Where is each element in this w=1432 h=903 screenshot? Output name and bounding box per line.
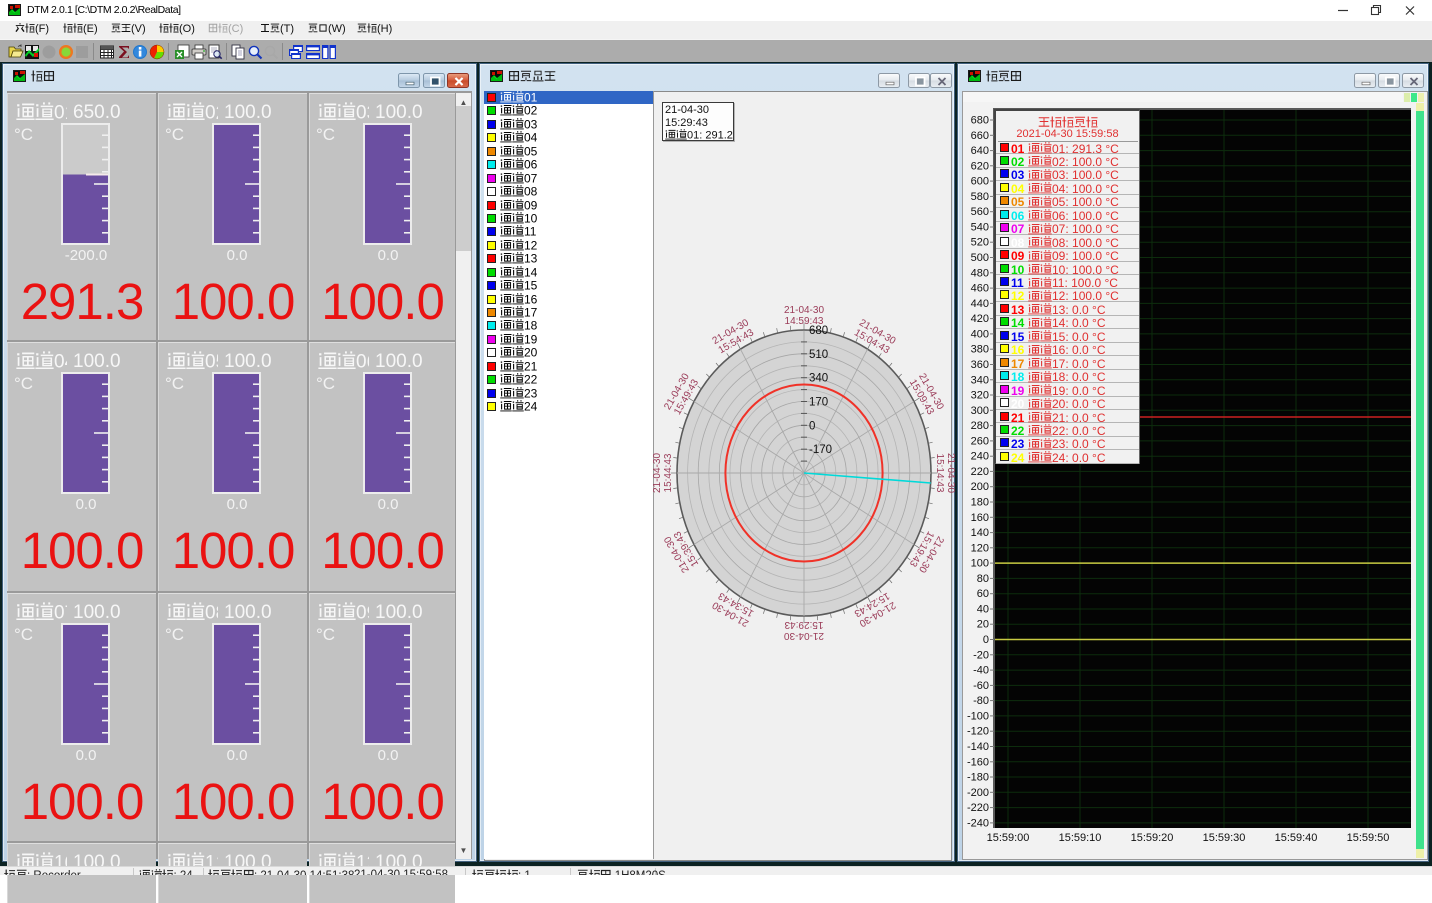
svg-text:510: 510 bbox=[809, 349, 828, 361]
svg-text:440: 440 bbox=[971, 298, 989, 310]
svg-text:-120: -120 bbox=[967, 726, 989, 738]
svg-text:460: 460 bbox=[971, 283, 989, 295]
svg-text:15:59:20: 15:59:20 bbox=[1131, 832, 1174, 844]
svg-text:-100: -100 bbox=[967, 710, 989, 722]
svg-text:-200: -200 bbox=[967, 787, 989, 799]
svg-text:380: 380 bbox=[971, 344, 989, 356]
svg-text:140: 140 bbox=[971, 527, 989, 539]
svg-text:-140: -140 bbox=[967, 741, 989, 753]
svg-text:20: 20 bbox=[977, 619, 989, 631]
svg-text:340: 340 bbox=[809, 373, 828, 385]
svg-text:-60: -60 bbox=[973, 680, 989, 692]
svg-text:200: 200 bbox=[971, 481, 989, 493]
svg-text:120: 120 bbox=[971, 542, 989, 554]
svg-text:80: 80 bbox=[977, 573, 989, 585]
svg-text:180: 180 bbox=[971, 497, 989, 509]
svg-text:220: 220 bbox=[971, 466, 989, 478]
svg-text:15:29:43: 15:29:43 bbox=[784, 619, 823, 630]
svg-text:340: 340 bbox=[971, 374, 989, 386]
svg-text:-160: -160 bbox=[967, 756, 989, 768]
svg-text:560: 560 bbox=[971, 206, 989, 218]
svg-text:21-04-30: 21-04-30 bbox=[945, 453, 956, 493]
svg-text:300: 300 bbox=[971, 405, 989, 417]
svg-text:640: 640 bbox=[971, 145, 989, 157]
svg-text:580: 580 bbox=[971, 191, 989, 203]
svg-text:240: 240 bbox=[971, 451, 989, 463]
svg-text:15:14:43: 15:14:43 bbox=[934, 454, 945, 493]
svg-text:620: 620 bbox=[971, 160, 989, 172]
svg-text:15:59:50: 15:59:50 bbox=[1347, 832, 1390, 844]
svg-text:15:59:30: 15:59:30 bbox=[1203, 832, 1246, 844]
svg-text:0: 0 bbox=[809, 420, 815, 432]
svg-text:100: 100 bbox=[971, 558, 989, 570]
svg-text:-180: -180 bbox=[967, 772, 989, 784]
svg-text:320: 320 bbox=[971, 390, 989, 402]
svg-text:680: 680 bbox=[971, 115, 989, 127]
svg-text:260: 260 bbox=[971, 435, 989, 447]
svg-text:21-04-30: 21-04-30 bbox=[652, 453, 663, 493]
svg-text:-170: -170 bbox=[809, 444, 832, 456]
svg-text:170: 170 bbox=[809, 397, 828, 409]
svg-text:500: 500 bbox=[971, 252, 989, 264]
svg-text:15:44:43: 15:44:43 bbox=[663, 453, 674, 492]
svg-text:160: 160 bbox=[971, 512, 989, 524]
svg-text:400: 400 bbox=[971, 328, 989, 340]
svg-text:40: 40 bbox=[977, 604, 989, 616]
svg-text:14:59:43: 14:59:43 bbox=[785, 316, 824, 327]
svg-text:600: 600 bbox=[971, 176, 989, 188]
svg-text:420: 420 bbox=[971, 313, 989, 325]
svg-text:-240: -240 bbox=[967, 817, 989, 829]
svg-text:520: 520 bbox=[971, 237, 989, 249]
svg-text:15:59:00: 15:59:00 bbox=[987, 832, 1030, 844]
svg-text:540: 540 bbox=[971, 222, 989, 234]
svg-text:15:59:40: 15:59:40 bbox=[1275, 832, 1318, 844]
svg-text:-20: -20 bbox=[973, 649, 989, 661]
svg-text:21-04-30: 21-04-30 bbox=[784, 305, 824, 316]
svg-text:15:59:10: 15:59:10 bbox=[1059, 832, 1102, 844]
svg-text:280: 280 bbox=[971, 420, 989, 432]
svg-text:480: 480 bbox=[971, 267, 989, 279]
svg-text:360: 360 bbox=[971, 359, 989, 371]
svg-text:0: 0 bbox=[983, 634, 989, 646]
svg-text:60: 60 bbox=[977, 588, 989, 600]
svg-text:21-04-30: 21-04-30 bbox=[784, 630, 824, 641]
svg-text:660: 660 bbox=[971, 130, 989, 142]
svg-text:-220: -220 bbox=[967, 802, 989, 814]
svg-text:-40: -40 bbox=[973, 665, 989, 677]
svg-text:-80: -80 bbox=[973, 695, 989, 707]
